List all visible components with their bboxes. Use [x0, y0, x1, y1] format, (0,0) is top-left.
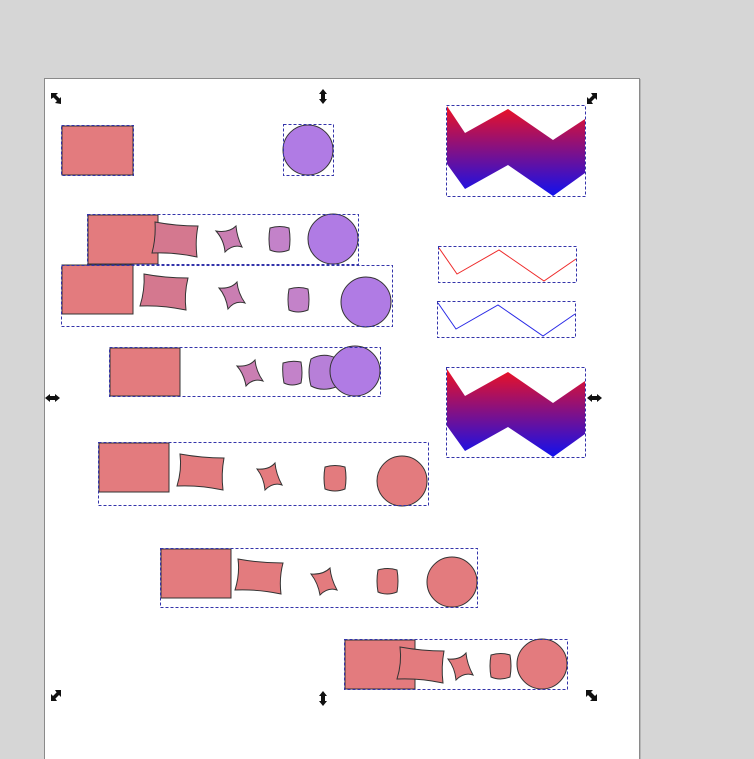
scale-handle-top[interactable] [319, 89, 327, 104]
source-circle[interactable] [282, 124, 334, 176]
drawing-canvas[interactable] [0, 0, 754, 759]
scale-handle-bottom-left[interactable] [51, 690, 61, 701]
blue-zigzag-line[interactable] [437, 301, 576, 338]
blend-row-4[interactable] [98, 442, 429, 507]
gradient-zigzag-top[interactable] [446, 105, 586, 197]
scale-handle-bottom-right[interactable] [586, 690, 597, 701]
red-zigzag-line[interactable] [438, 246, 577, 283]
blend-row-1[interactable] [87, 213, 359, 265]
source-rect[interactable] [61, 125, 134, 176]
gradient-zigzag-bottom[interactable] [446, 367, 586, 458]
scale-handle-left[interactable] [45, 394, 60, 402]
blend-row-5[interactable] [160, 548, 478, 608]
scale-handle-right[interactable] [587, 394, 602, 402]
blend-row-2[interactable] [61, 264, 393, 328]
blend-row-3[interactable] [109, 345, 381, 397]
scale-handle-top-left[interactable] [51, 93, 62, 104]
scale-handle-top-right[interactable] [586, 93, 597, 104]
blend-row-6[interactable] [344, 638, 568, 690]
scale-handle-bottom[interactable] [319, 691, 327, 706]
drawing-layer [45, 89, 602, 706]
